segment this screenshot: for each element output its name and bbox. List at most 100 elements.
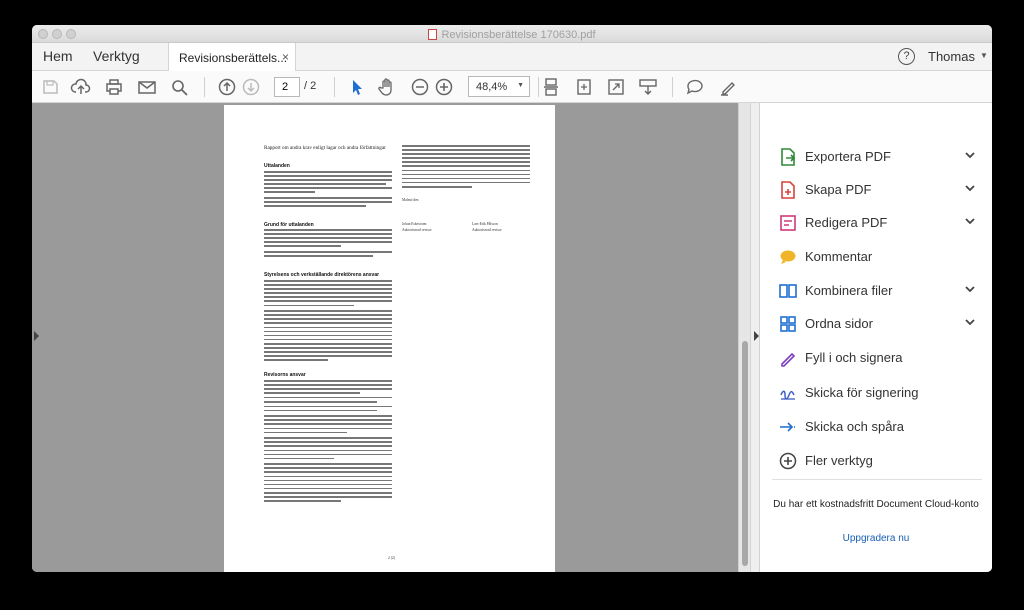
organize-pages-icon <box>778 314 798 334</box>
tool-send-track[interactable]: Skicka och spåra <box>760 411 992 441</box>
right-panel-toggle-icon[interactable] <box>754 331 759 341</box>
tool-label: Skicka och spåra <box>805 419 904 434</box>
zoom-caret-icon: ▼ <box>517 82 524 89</box>
send-signature-icon <box>778 383 798 403</box>
page-total: / 2 <box>304 80 317 92</box>
heading-styrelsens-ansvar: Styrelsens och verkställande direktörens… <box>264 272 380 278</box>
hand-icon[interactable] <box>376 76 398 98</box>
pdf-page: Rapport om andra krav enligt lagar och a… <box>224 105 555 572</box>
create-pdf-icon <box>778 180 798 200</box>
upload-icon[interactable] <box>70 76 92 98</box>
fill-sign-icon <box>778 348 798 368</box>
toolbar-divider <box>672 77 673 97</box>
search-icon[interactable] <box>168 76 190 98</box>
send-track-icon <box>778 417 798 437</box>
print-icon[interactable] <box>103 76 125 98</box>
chevron-down-icon[interactable] <box>963 214 977 228</box>
toolbar-divider <box>538 77 539 97</box>
tool-label: Skicka för signering <box>805 385 919 400</box>
zoom-value: 48,4% <box>476 81 508 93</box>
tool-label: Redigera PDF <box>805 215 888 230</box>
heading-grund: Grund för uttalanden <box>264 222 314 228</box>
tab-bar: Hem Verktyg Revisionsberättels... × ? Th… <box>32 43 992 71</box>
signer-1-name: Johan Eskestrom <box>402 222 427 226</box>
zoom-in-icon[interactable] <box>433 76 455 98</box>
chevron-down-icon[interactable] <box>963 181 977 195</box>
tool-label: Exportera PDF <box>805 149 891 164</box>
toolbar-divider <box>204 77 205 97</box>
tool-label: Fyll i och signera <box>805 350 903 365</box>
mail-icon[interactable] <box>136 76 158 98</box>
scroll-mode-icon[interactable] <box>540 76 562 98</box>
export-pdf-icon <box>778 147 798 167</box>
heading-uttalanden: Uttalanden <box>264 163 290 169</box>
zoom-out-icon[interactable] <box>409 76 431 98</box>
place-date: Malmö den <box>402 198 419 202</box>
tool-combine-files[interactable]: Kombinera filer <box>760 275 992 305</box>
window-title: Revisionsberättelse 170630.pdf <box>32 27 992 41</box>
chevron-down-icon[interactable] <box>963 282 977 296</box>
signer-2-name: Lars-Erik Pålsson <box>472 222 498 226</box>
tool-label: Kombinera filer <box>805 283 893 298</box>
panel-splitter[interactable] <box>750 103 760 572</box>
tab-document[interactable]: Revisionsberättels... × <box>168 43 296 71</box>
tool-fill-sign[interactable]: Fyll i och signera <box>760 342 992 372</box>
window-title-text: Revisionsberättelse 170630.pdf <box>441 29 596 41</box>
arrow-up-icon[interactable] <box>216 76 238 98</box>
left-panel-toggle-icon[interactable] <box>34 331 39 341</box>
pdf-file-icon <box>428 29 438 40</box>
combine-files-icon <box>778 281 798 301</box>
user-menu-caret-icon[interactable]: ▼ <box>980 51 988 60</box>
tool-organize-pages[interactable]: Ordna sidor <box>760 308 992 338</box>
tool-export-pdf[interactable]: Exportera PDF <box>760 141 992 171</box>
comment-icon <box>778 247 798 267</box>
report-title: Rapport om andra krav enligt lagar och a… <box>264 145 386 151</box>
app-window: Revisionsberättelse 170630.pdf Hem Verkt… <box>32 25 992 572</box>
promo-text: Du har ett kostnadsfritt Document Cloud-… <box>773 499 979 510</box>
toolbar-divider <box>334 77 335 97</box>
chevron-down-icon[interactable] <box>963 148 977 162</box>
signer-1-role: Auktoriserad revisor <box>402 228 432 232</box>
tool-edit-pdf[interactable]: Redigera PDF <box>760 207 992 237</box>
page-number: 2 (2) <box>388 556 395 560</box>
vertical-scrollbar[interactable] <box>738 103 750 572</box>
upgrade-link[interactable]: Uppgradera nu <box>760 533 992 544</box>
rotate-view-icon[interactable] <box>573 76 595 98</box>
keyboard-scroll-icon[interactable] <box>637 76 659 98</box>
save-icon[interactable] <box>39 76 61 98</box>
paragraph-styrelsens-ansvar <box>264 280 392 363</box>
more-tools-icon <box>778 451 798 471</box>
comment-tool-icon[interactable] <box>684 76 706 98</box>
menu-home[interactable]: Hem <box>43 48 73 64</box>
select-arrow-icon[interactable] <box>345 76 367 98</box>
tool-send-signature[interactable]: Skicka för signering <box>760 377 992 407</box>
tool-more-tools[interactable]: Fler verktyg <box>760 445 992 475</box>
tool-label: Skapa PDF <box>805 182 872 197</box>
menu-tools[interactable]: Verktyg <box>93 48 140 64</box>
tool-create-pdf[interactable]: Skapa PDF <box>760 174 992 204</box>
paragraph-uttalanden <box>264 171 392 209</box>
arrow-down-icon[interactable] <box>240 76 262 98</box>
heading-revisorns-ansvar: Revisorns ansvar <box>264 372 306 378</box>
tool-label: Ordna sidor <box>805 316 873 331</box>
tool-label: Fler verktyg <box>805 453 873 468</box>
tool-label: Kommentar <box>805 249 873 264</box>
paragraph-revisorns-ansvar <box>264 380 392 504</box>
signer-2-role: Auktoriserad revisor <box>472 228 502 232</box>
fit-page-icon[interactable] <box>605 76 627 98</box>
user-name[interactable]: Thomas <box>928 49 975 64</box>
tab-close-button[interactable]: × <box>282 50 289 64</box>
paragraph-right-column <box>402 145 530 190</box>
help-icon[interactable]: ? <box>898 48 915 65</box>
chevron-down-icon[interactable] <box>963 315 977 329</box>
highlight-pen-icon[interactable] <box>717 76 739 98</box>
document-viewport[interactable]: Rapport om andra krav enligt lagar och a… <box>32 103 750 572</box>
title-bar: Revisionsberättelse 170630.pdf <box>32 25 992 43</box>
toolbar: / 2 48,4% ▼ <box>32 71 992 103</box>
page-number-input[interactable] <box>274 77 300 97</box>
tab-document-label: Revisionsberättels... <box>179 51 288 65</box>
edit-pdf-icon <box>778 213 798 233</box>
zoom-select[interactable]: 48,4% ▼ <box>468 76 530 97</box>
scrollbar-thumb[interactable] <box>742 341 748 566</box>
tool-comment[interactable]: Kommentar <box>760 241 992 271</box>
